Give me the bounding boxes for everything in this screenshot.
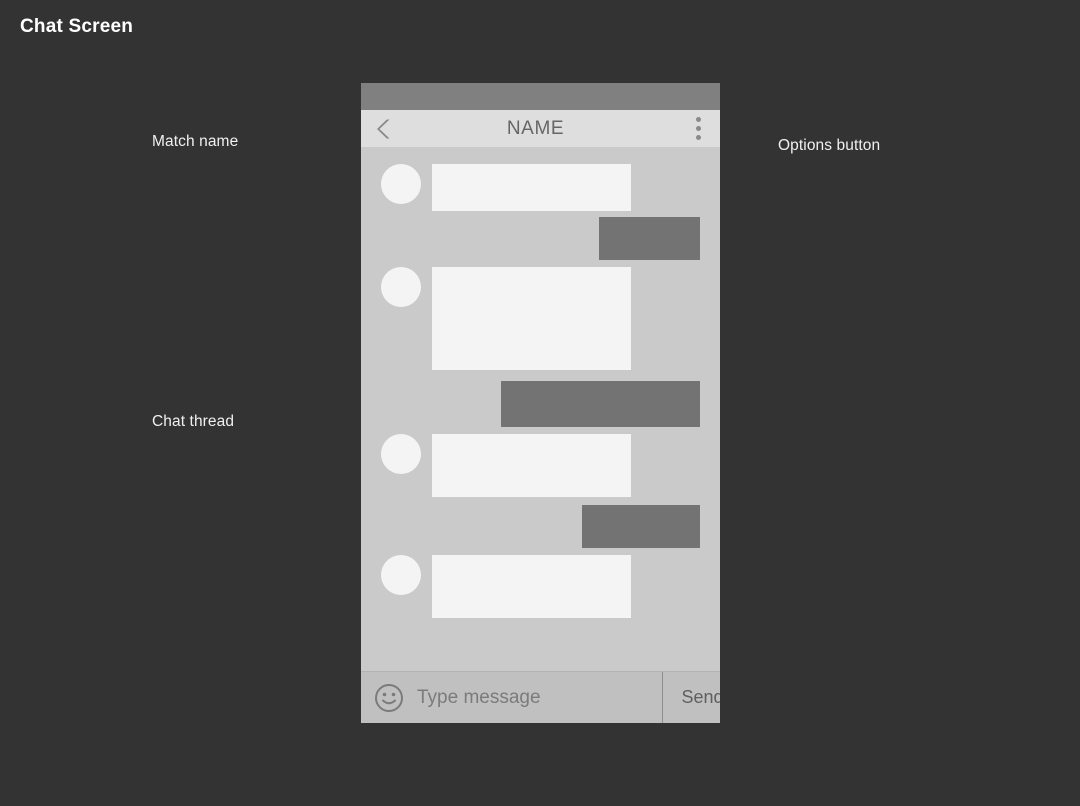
message-bubble-incoming[interactable] (432, 164, 631, 211)
message-row-incoming (381, 434, 700, 497)
message-bubble-outgoing[interactable] (582, 505, 700, 548)
chat-thread[interactable] (361, 147, 720, 671)
status-bar (361, 83, 720, 110)
kebab-menu-icon (695, 117, 701, 140)
message-row-outgoing (381, 505, 700, 548)
message-row-incoming (381, 555, 700, 618)
message-row-outgoing (381, 217, 700, 260)
avatar (381, 434, 421, 474)
message-bubble-incoming[interactable] (432, 555, 631, 618)
phone-mockup: NAME Send (361, 83, 720, 723)
match-name-title: NAME (506, 117, 565, 139)
message-input-bar: Send (361, 671, 720, 723)
message-row-outgoing (381, 381, 700, 427)
message-row-incoming (381, 164, 700, 211)
emoji-button[interactable] (361, 672, 417, 723)
message-input[interactable] (417, 672, 662, 723)
annotation-label-chat-thread: Chat thread (152, 413, 235, 430)
page-title: Chat Screen (20, 16, 134, 37)
avatar (381, 164, 421, 204)
annotation-label-options-button: Options button (778, 137, 881, 154)
options-button[interactable] (676, 110, 720, 147)
message-bubble-outgoing[interactable] (501, 381, 700, 427)
message-bubble-outgoing[interactable] (599, 217, 700, 260)
app-bar: NAME (361, 110, 720, 147)
smiley-face-icon (374, 683, 404, 713)
back-chevron-icon (375, 118, 392, 140)
send-button[interactable]: Send (662, 672, 720, 723)
annotation-label-match-name: Match name (152, 133, 239, 150)
message-bubble-incoming[interactable] (432, 267, 631, 370)
avatar (381, 555, 421, 595)
message-bubble-incoming[interactable] (432, 434, 631, 497)
message-row-incoming (381, 267, 700, 370)
avatar (381, 267, 421, 307)
